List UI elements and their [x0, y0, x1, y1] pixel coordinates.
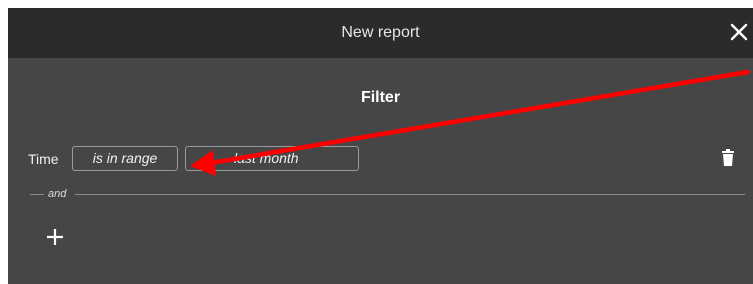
dialog-title: New report [341, 24, 420, 41]
and-divider-left [30, 194, 44, 195]
add-filter-button[interactable] [44, 226, 66, 248]
and-divider-right [75, 194, 745, 195]
delete-filter-button[interactable] [721, 149, 735, 167]
new-report-dialog: New report Filter Time is in range last … [8, 8, 753, 284]
dialog-titlebar: New report [8, 8, 753, 58]
trash-icon [722, 149, 734, 166]
plus-icon [47, 229, 63, 245]
operator-select[interactable]: is in range [72, 146, 178, 171]
close-button[interactable] [729, 22, 749, 42]
value-select[interactable]: last month [185, 146, 359, 171]
filter-heading: Filter [360, 89, 401, 106]
and-conjunction-label: and [48, 188, 67, 200]
close-icon [730, 23, 748, 41]
filter-field-label: Time [28, 151, 59, 167]
